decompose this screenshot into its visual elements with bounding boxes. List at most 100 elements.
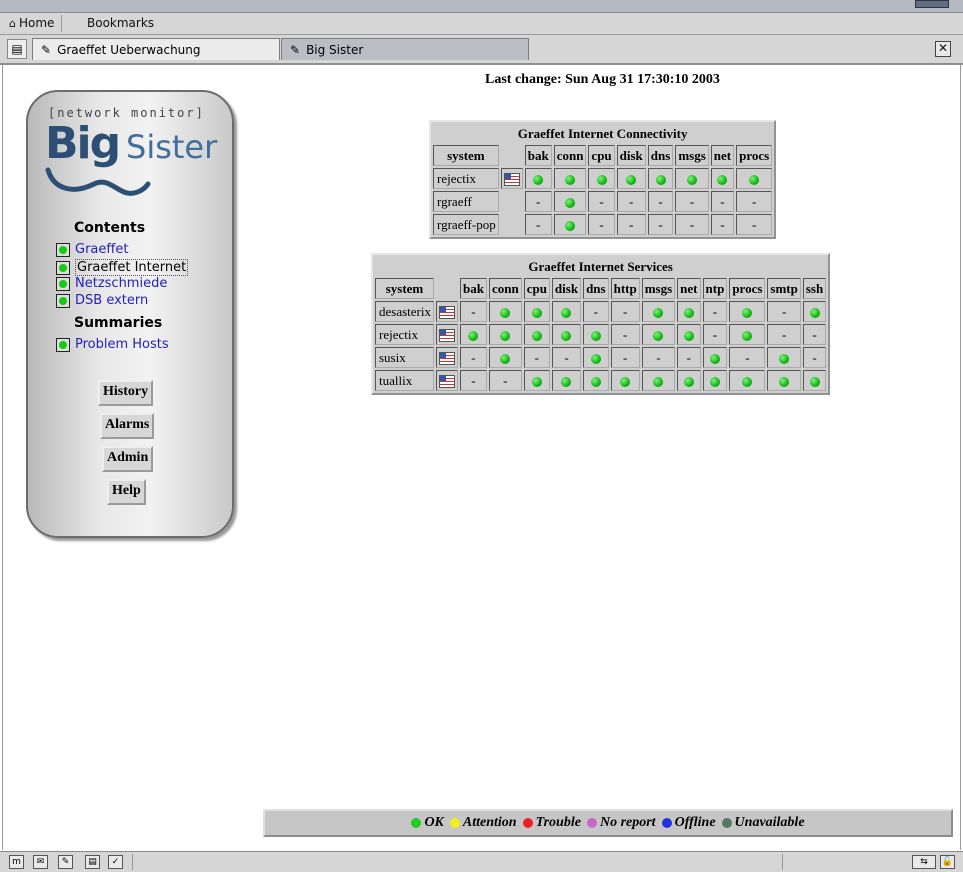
history-cell[interactable] xyxy=(435,370,458,391)
status-green-icon[interactable] xyxy=(687,174,698,185)
status-cell[interactable] xyxy=(675,168,709,189)
status-cell[interactable] xyxy=(553,168,587,189)
status-cell[interactable] xyxy=(736,168,773,189)
alarms-button[interactable]: Alarms xyxy=(100,413,155,439)
status-cell[interactable] xyxy=(641,301,676,322)
status-green-icon[interactable] xyxy=(683,307,694,318)
column-header[interactable]: procs xyxy=(729,278,766,299)
history-cell[interactable] xyxy=(435,347,458,368)
system-name[interactable]: susix xyxy=(375,347,434,368)
status-green-icon[interactable] xyxy=(626,174,637,185)
status-green-icon[interactable] xyxy=(590,376,601,387)
status-green-icon[interactable] xyxy=(809,307,820,318)
status-cell[interactable] xyxy=(729,301,766,322)
status-green-icon[interactable] xyxy=(653,307,664,318)
bookmarks-menu[interactable]: Bookmarks xyxy=(87,16,154,30)
status-cell[interactable] xyxy=(551,370,582,391)
status-cell[interactable] xyxy=(583,347,609,368)
column-header[interactable]: ssh xyxy=(802,278,827,299)
status-cell[interactable] xyxy=(610,370,640,391)
tab-list-icon[interactable]: ▤ xyxy=(7,39,27,59)
history-cell[interactable] xyxy=(435,301,458,322)
status-cell[interactable] xyxy=(702,347,728,368)
status-cell[interactable] xyxy=(553,214,587,235)
column-header[interactable]: bak xyxy=(524,145,552,166)
status-cell[interactable] xyxy=(523,370,550,391)
status-green-icon[interactable] xyxy=(779,376,790,387)
column-header[interactable]: disk xyxy=(616,145,646,166)
close-tab-icon[interactable]: ✕ xyxy=(935,41,951,57)
sidebar-item-dsb-extern[interactable]: DSB extern xyxy=(56,293,148,308)
status-cell[interactable] xyxy=(702,370,728,391)
history-chart-icon[interactable] xyxy=(438,375,455,389)
status-cell[interactable] xyxy=(767,370,801,391)
column-header[interactable]: conn xyxy=(553,145,587,166)
address-book-icon[interactable]: ▤ xyxy=(85,855,100,869)
status-green-icon[interactable] xyxy=(500,353,511,364)
system-name[interactable]: tuallix xyxy=(375,370,434,391)
admin-button[interactable]: Admin xyxy=(102,446,154,472)
security-lock-icon[interactable]: 🔓 xyxy=(940,855,955,869)
history-cell[interactable] xyxy=(500,168,523,189)
status-green-icon[interactable] xyxy=(742,330,753,341)
history-button[interactable]: History xyxy=(98,380,154,406)
system-name[interactable]: rgraeff-pop xyxy=(433,214,499,235)
column-header[interactable]: cpu xyxy=(523,278,550,299)
tab-big-sister[interactable]: ✎ Big Sister xyxy=(281,38,529,60)
tab-graeffet-ueberwachung[interactable]: ✎ Graeffet Ueberwachung xyxy=(32,38,280,60)
status-cell[interactable] xyxy=(523,301,550,322)
status-green-icon[interactable] xyxy=(683,376,694,387)
column-header[interactable]: conn xyxy=(488,278,522,299)
status-green-icon[interactable] xyxy=(809,376,820,387)
status-cell[interactable] xyxy=(647,168,674,189)
history-chart-icon[interactable] xyxy=(438,306,455,320)
status-green-icon[interactable] xyxy=(596,174,607,185)
status-cell[interactable] xyxy=(767,347,801,368)
status-green-icon[interactable] xyxy=(655,174,666,185)
status-green-icon[interactable] xyxy=(565,197,576,208)
status-green-icon[interactable] xyxy=(561,376,572,387)
history-chart-icon[interactable] xyxy=(503,173,520,187)
status-green-icon[interactable] xyxy=(590,353,601,364)
status-green-icon[interactable] xyxy=(620,376,631,387)
status-cell[interactable] xyxy=(583,324,609,345)
status-cell[interactable] xyxy=(641,370,676,391)
home-button[interactable]: ⌂ Home xyxy=(9,16,54,30)
system-name[interactable]: desasterix xyxy=(375,301,434,322)
status-green-icon[interactable] xyxy=(749,174,760,185)
status-cell[interactable] xyxy=(729,324,766,345)
composer-icon[interactable]: ✎ xyxy=(58,855,73,869)
navigator-icon[interactable]: m xyxy=(9,855,24,869)
column-header[interactable]: net xyxy=(677,278,701,299)
status-cell[interactable] xyxy=(641,324,676,345)
system-name[interactable]: rejectix xyxy=(433,168,499,189)
status-cell[interactable] xyxy=(524,168,552,189)
status-cell[interactable] xyxy=(802,370,827,391)
column-header[interactable]: msgs xyxy=(641,278,676,299)
column-header[interactable]: dns xyxy=(647,145,674,166)
column-header[interactable]: net xyxy=(710,145,735,166)
status-green-icon[interactable] xyxy=(531,307,542,318)
mail-icon[interactable]: ✉ xyxy=(33,855,48,869)
status-cell[interactable] xyxy=(459,324,487,345)
status-green-icon[interactable] xyxy=(500,330,511,341)
status-green-icon[interactable] xyxy=(779,353,790,364)
column-header[interactable]: ntp xyxy=(702,278,728,299)
column-header[interactable]: http xyxy=(610,278,640,299)
status-green-icon[interactable] xyxy=(531,330,542,341)
sidebar-item-graeffet-internet[interactable]: Graeffet Internet xyxy=(56,259,189,276)
status-cell[interactable] xyxy=(677,301,701,322)
status-cell[interactable] xyxy=(553,191,587,212)
status-green-icon[interactable] xyxy=(531,376,542,387)
status-green-icon[interactable] xyxy=(709,376,720,387)
column-header[interactable]: smtp xyxy=(767,278,801,299)
sidebar-item-netzschmiede[interactable]: Netzschmiede xyxy=(56,276,167,291)
status-green-icon[interactable] xyxy=(565,220,576,231)
status-cell[interactable] xyxy=(677,324,701,345)
help-button[interactable]: Help xyxy=(107,479,146,505)
column-header[interactable]: disk xyxy=(551,278,582,299)
sidebar-item-problem-hosts[interactable]: Problem Hosts xyxy=(56,337,169,352)
status-cell[interactable] xyxy=(583,370,609,391)
status-cell[interactable] xyxy=(523,324,550,345)
history-cell[interactable] xyxy=(435,324,458,345)
